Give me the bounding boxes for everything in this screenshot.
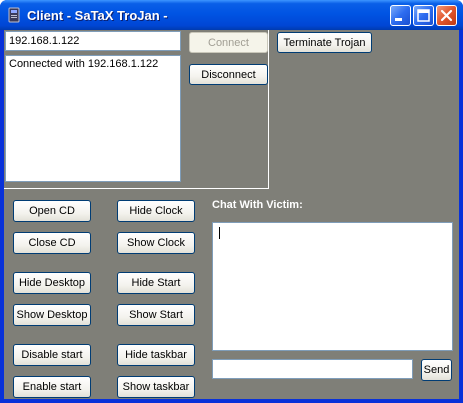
panel-divider-horizontal bbox=[4, 188, 269, 189]
show-start-button[interactable]: Show Start bbox=[117, 304, 195, 326]
maximize-icon bbox=[417, 9, 430, 22]
text-caret bbox=[219, 227, 220, 239]
show-clock-button[interactable]: Show Clock bbox=[117, 232, 195, 254]
terminate-trojan-button[interactable]: Terminate Trojan bbox=[277, 32, 372, 53]
show-taskbar-button[interactable]: Show taskbar bbox=[117, 376, 195, 398]
open-cd-button[interactable]: Open CD bbox=[13, 200, 91, 222]
send-button[interactable]: Send bbox=[421, 359, 452, 381]
minimize-icon bbox=[395, 18, 402, 21]
chat-message-input[interactable] bbox=[212, 359, 413, 379]
close-button[interactable] bbox=[436, 5, 457, 26]
window-bottom-border bbox=[0, 399, 463, 403]
app-window: Client - SaTaX TroJan - Connected with 1… bbox=[0, 0, 463, 403]
panel-divider-vertical bbox=[268, 30, 269, 189]
connect-button[interactable]: Connect bbox=[189, 32, 268, 53]
disconnect-button[interactable]: Disconnect bbox=[189, 64, 268, 85]
close-icon bbox=[440, 9, 453, 22]
window-title: Client - SaTaX TroJan - bbox=[27, 8, 168, 23]
hide-start-button[interactable]: Hide Start bbox=[117, 272, 195, 294]
hide-taskbar-button[interactable]: Hide taskbar bbox=[117, 344, 195, 366]
maximize-button[interactable] bbox=[413, 5, 434, 26]
disable-start-button[interactable]: Disable start bbox=[13, 344, 91, 366]
close-cd-button[interactable]: Close CD bbox=[13, 232, 91, 254]
hide-clock-button[interactable]: Hide Clock bbox=[117, 200, 195, 222]
enable-start-button[interactable]: Enable start bbox=[13, 376, 91, 398]
hide-desktop-button[interactable]: Hide Desktop bbox=[13, 272, 91, 294]
chat-log-area[interactable] bbox=[212, 222, 453, 351]
minimize-button[interactable] bbox=[390, 5, 411, 26]
app-icon bbox=[8, 7, 20, 23]
ip-address-input[interactable] bbox=[5, 31, 181, 51]
title-bar[interactable]: Client - SaTaX TroJan - bbox=[0, 0, 463, 30]
connection-log[interactable]: Connected with 192.168.1.122 bbox=[5, 55, 181, 182]
chat-label: Chat With Victim: bbox=[212, 199, 303, 211]
show-desktop-button[interactable]: Show Desktop bbox=[13, 304, 91, 326]
